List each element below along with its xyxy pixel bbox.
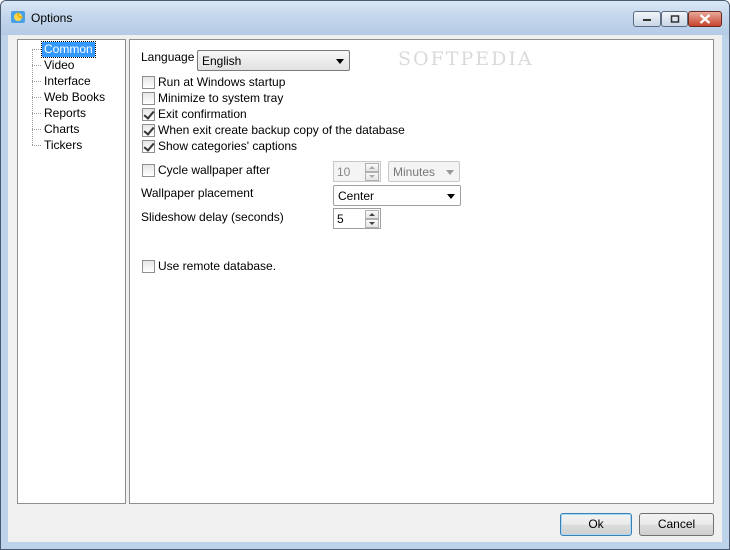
remote-database-checkbox[interactable] <box>142 260 155 273</box>
wallpaper-placement-select[interactable]: Center <box>333 185 461 206</box>
exit-confirmation-label[interactable]: Exit confirmation <box>158 107 247 121</box>
language-label: Language <box>141 50 195 64</box>
wallpaper-placement-label: Wallpaper placement <box>141 186 254 200</box>
show-captions-checkbox[interactable] <box>142 140 155 153</box>
cycle-unit-select[interactable]: Minutes <box>388 161 460 182</box>
tree-item-tickers[interactable]: Tickers <box>42 138 84 153</box>
close-button[interactable] <box>688 11 722 27</box>
chevron-down-icon <box>446 170 454 175</box>
minimize-icon <box>643 19 651 21</box>
backup-copy-checkbox[interactable] <box>142 124 155 137</box>
tree-item-web-books[interactable]: Web Books <box>42 90 107 105</box>
slideshow-delay-stepper[interactable]: 5 <box>333 208 381 229</box>
run-startup-label[interactable]: Run at Windows startup <box>158 75 285 89</box>
show-captions-label[interactable]: Show categories' captions <box>158 139 297 153</box>
tree-connector <box>32 113 41 114</box>
tree-item-interface[interactable]: Interface <box>42 74 93 89</box>
ok-button[interactable]: Ok <box>560 513 632 536</box>
cycle-unit-value: Minutes <box>393 165 436 179</box>
tree-connector <box>32 65 41 66</box>
run-startup-checkbox[interactable] <box>142 76 155 89</box>
chevron-down-icon <box>447 194 455 199</box>
maximize-icon <box>670 15 679 23</box>
tree-connector <box>32 81 41 82</box>
language-value: English <box>202 54 242 68</box>
spin-down-icon[interactable] <box>365 219 379 228</box>
tree-connector <box>32 145 41 146</box>
dialog-client: Common Video Interface Web Books Reports… <box>8 35 722 542</box>
language-select[interactable]: English <box>197 50 350 71</box>
wallpaper-placement-value: Center <box>338 189 375 203</box>
app-icon <box>10 9 26 25</box>
tree-item-charts[interactable]: Charts <box>42 122 81 137</box>
spin-up-icon[interactable] <box>365 210 379 219</box>
minimize-tray-label[interactable]: Minimize to system tray <box>158 91 283 105</box>
cycle-interval-stepper[interactable]: 10 <box>333 161 381 182</box>
window-title: Options <box>31 11 73 25</box>
tree-connector <box>32 97 41 98</box>
slideshow-delay-value: 5 <box>337 212 344 226</box>
maximize-button[interactable] <box>661 11 688 27</box>
tree-connector <box>32 129 41 130</box>
tree-item-video[interactable]: Video <box>42 58 76 73</box>
minimize-button[interactable] <box>633 11 661 27</box>
slideshow-delay-label: Slideshow delay (seconds) <box>141 210 284 224</box>
tree-connector <box>32 49 41 50</box>
watermark: SOFTPEDIA <box>398 48 534 70</box>
title-bar[interactable]: Options <box>1 1 729 35</box>
remote-database-label[interactable]: Use remote database. <box>158 259 276 273</box>
cycle-wallpaper-checkbox[interactable] <box>142 164 155 177</box>
tree-item-common[interactable]: Common <box>41 41 96 58</box>
minimize-tray-checkbox[interactable] <box>142 92 155 105</box>
tree-item-reports[interactable]: Reports <box>42 106 88 121</box>
spin-down-icon[interactable] <box>365 172 379 181</box>
close-icon <box>699 14 711 24</box>
spin-up-icon[interactable] <box>365 163 379 172</box>
cycle-interval-value: 10 <box>337 165 351 179</box>
options-window: Options Common Video Interface Web Books… <box>0 0 730 550</box>
category-tree[interactable]: Common Video Interface Web Books Reports… <box>17 39 126 504</box>
exit-confirmation-checkbox[interactable] <box>142 108 155 121</box>
chevron-down-icon <box>336 59 344 64</box>
cancel-button[interactable]: Cancel <box>639 513 714 536</box>
cycle-wallpaper-label[interactable]: Cycle wallpaper after <box>158 163 270 177</box>
common-settings-panel: Language English SOFTPEDIA Run at Window… <box>129 39 714 504</box>
backup-copy-label[interactable]: When exit create backup copy of the data… <box>158 123 405 137</box>
